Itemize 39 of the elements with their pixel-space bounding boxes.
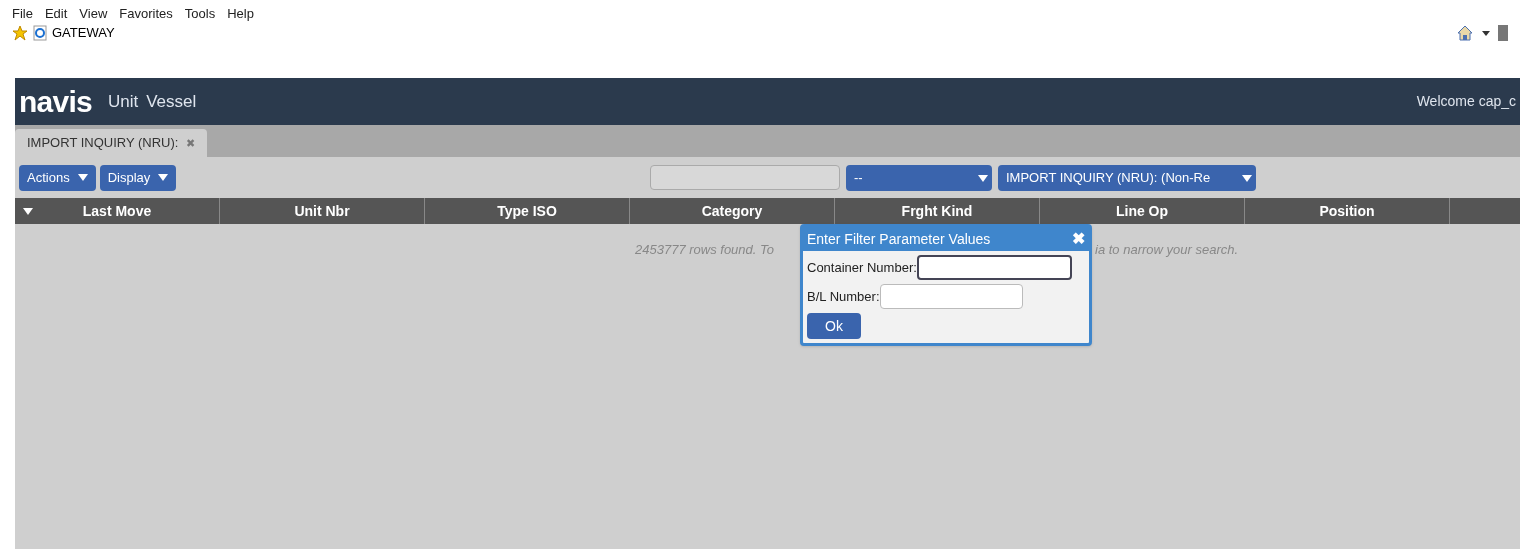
column-header[interactable]: Position	[1245, 198, 1450, 224]
menu-item[interactable]: View	[79, 4, 108, 22]
star-icon[interactable]	[12, 25, 28, 41]
caret-icon[interactable]	[1482, 30, 1490, 36]
field-label: B/L Number:	[807, 287, 880, 306]
browser-page-icon	[32, 25, 48, 41]
caret-icon	[158, 174, 169, 181]
column-header[interactable]: Unit Nbr	[220, 198, 425, 224]
caret-icon	[1242, 174, 1252, 182]
welcome-text: Welcome cap_c	[1416, 92, 1516, 111]
status-message: ia to narrow your search.	[1095, 241, 1239, 259]
ok-button[interactable]: Ok	[807, 313, 861, 339]
dialog-title: Enter Filter Parameter Values	[807, 229, 991, 249]
filter-select[interactable]: --	[846, 165, 992, 191]
favorites-link[interactable]: GATEWAY	[52, 23, 115, 43]
menu-item[interactable]: File	[12, 4, 33, 22]
tab[interactable]: IMPORT INQUIRY (NRU): ✖	[15, 129, 208, 157]
caret-icon	[978, 174, 988, 182]
nav-link[interactable]: Vessel	[146, 88, 197, 115]
column-header[interactable]: Type ISO	[425, 198, 630, 224]
home-icon[interactable]	[1456, 24, 1474, 42]
column-header[interactable]: Last Move	[15, 198, 220, 224]
text-field[interactable]	[916, 255, 1072, 280]
close-icon[interactable]: ✖	[1072, 227, 1085, 251]
search-field[interactable]	[650, 165, 840, 190]
text-field[interactable]	[879, 284, 1023, 309]
menu-button[interactable]: Actions	[19, 164, 96, 191]
menu-item[interactable]: Help	[227, 4, 254, 22]
status-message: 2453777 rows found. To	[635, 241, 774, 259]
menu-item[interactable]: Edit	[44, 4, 68, 22]
field-label: Container Number:	[807, 258, 917, 277]
navis-logo: navis	[19, 86, 92, 117]
menu-button[interactable]: Display	[99, 164, 177, 191]
caret-icon	[77, 174, 88, 181]
menu-item[interactable]: Favorites	[119, 4, 173, 22]
view-select[interactable]: IMPORT INQUIRY (NRU): (Non-Re	[998, 165, 1256, 191]
menu-item[interactable]: Tools	[184, 4, 216, 22]
sort-icon	[23, 207, 33, 215]
nav-link[interactable]: Unit	[107, 88, 139, 115]
